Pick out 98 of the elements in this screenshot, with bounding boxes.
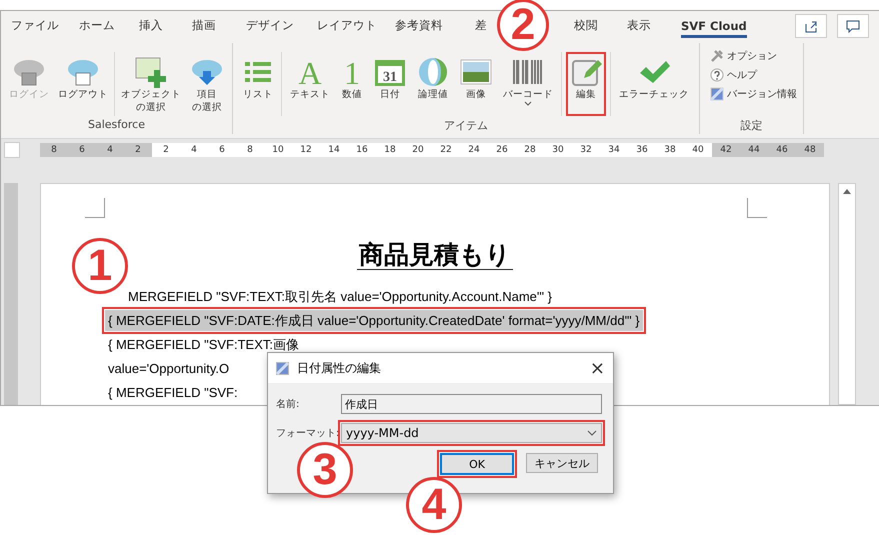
window-icon bbox=[276, 362, 289, 374]
field-code-line: { MERGEFIELD "SVF: bbox=[107, 384, 239, 402]
ribbon-small-button[interactable]: バージョン情報 bbox=[710, 87, 797, 101]
field-code-line: { MERGEFIELD "SVF:TEXT:画像 bbox=[107, 336, 300, 354]
step-number: 4 bbox=[406, 477, 462, 533]
ruler-number: 16 bbox=[348, 143, 376, 157]
field-code-line: MERGEFIELD "SVF:TEXT:取引先名 value='Opportunity.Account.Name'" } bbox=[127, 288, 553, 306]
ribbon-tab[interactable]: 参考資料 bbox=[395, 14, 443, 38]
ribbon-tab[interactable]: 挿入 bbox=[139, 14, 163, 38]
list-icon bbox=[244, 59, 272, 85]
dialog-button[interactable]: OK bbox=[440, 453, 514, 475]
ruler-number: 8 bbox=[40, 143, 68, 157]
ribbon-button[interactable]: 31 日付 bbox=[370, 52, 410, 116]
ribbon-button[interactable]: オブジェクト の選択 bbox=[117, 52, 185, 116]
ribbon-button[interactable]: 1 数値 bbox=[337, 52, 367, 116]
ribbon-button[interactable]: バーコード bbox=[499, 52, 557, 116]
ribbon-tab[interactable]: ホーム bbox=[79, 14, 115, 38]
ribbon-tab[interactable]: レイアウト bbox=[317, 14, 377, 38]
name-field[interactable]: 作成日 bbox=[341, 394, 602, 414]
ribbon-button[interactable]: ログアウト bbox=[54, 52, 112, 116]
ruler-number: 4 bbox=[96, 143, 124, 157]
table-plus-icon bbox=[134, 56, 168, 88]
field-label: 名前: bbox=[276, 398, 300, 411]
calendar-icon: 31 bbox=[374, 57, 406, 87]
ruler-number: 36 bbox=[628, 143, 656, 157]
field-code-line: value='Opportunity.O bbox=[107, 360, 230, 378]
ruler-number: 22 bbox=[432, 143, 460, 157]
ruler-number: 26 bbox=[488, 143, 516, 157]
document-title: 商品見積もり bbox=[357, 240, 513, 270]
ruler-number: 48 bbox=[796, 143, 824, 157]
ruler-number: 44 bbox=[740, 143, 768, 157]
group-label: Salesforce bbox=[87, 118, 146, 133]
ruler-number: 32 bbox=[572, 143, 600, 157]
chevron-down-icon bbox=[587, 430, 597, 436]
dialog-button[interactable]: キャンセル bbox=[526, 453, 598, 473]
ruler-number: 24 bbox=[460, 143, 488, 157]
ribbon-tab[interactable]: ファイル bbox=[11, 14, 59, 38]
button-label: オプション bbox=[727, 50, 777, 63]
scroll-up-icon[interactable] bbox=[843, 188, 851, 194]
ruler-number: 12 bbox=[292, 143, 320, 157]
comment-button[interactable] bbox=[837, 14, 869, 38]
ruler-number: 28 bbox=[516, 143, 544, 157]
ribbon-tab[interactable]: SVF Cloud bbox=[681, 14, 747, 38]
ribbon-button[interactable]: 編集 bbox=[566, 52, 606, 116]
ribbon-tab[interactable]: 表示 bbox=[627, 14, 651, 38]
ribbon-button[interactable]: リスト bbox=[239, 52, 277, 116]
field-label: フォーマット: bbox=[276, 427, 338, 440]
ribbon-button[interactable]: 論理値 bbox=[413, 52, 453, 116]
cloud-plug-icon bbox=[12, 57, 46, 87]
ruler-number: 6 bbox=[68, 143, 96, 157]
crop-mark bbox=[747, 198, 767, 218]
ruler-number: 6 bbox=[208, 143, 236, 157]
ribbon-button[interactable]: エラーチェック bbox=[615, 52, 693, 116]
ruler-number: 10 bbox=[264, 143, 292, 157]
ribbon-tab[interactable]: 差 bbox=[475, 14, 487, 38]
barcode-icon bbox=[512, 58, 544, 86]
ruler-number: 18 bbox=[376, 143, 404, 157]
ribbon-button[interactable]: 項目 の選択 bbox=[186, 52, 228, 116]
format-dropdown[interactable]: yyyy-MM-dd bbox=[341, 423, 602, 443]
ruler-number: 30 bbox=[544, 143, 572, 157]
close-button[interactable]: × bbox=[590, 358, 605, 378]
ribbon-tab[interactable]: 描画 bbox=[192, 14, 216, 38]
window-icon bbox=[710, 87, 724, 101]
comment-icon bbox=[846, 19, 860, 33]
cloud-download-icon bbox=[190, 57, 224, 87]
image-icon bbox=[460, 59, 492, 85]
scrollbar[interactable] bbox=[838, 183, 856, 405]
dialog-title: 日付属性の編集 bbox=[297, 360, 382, 376]
ribbon-small-button[interactable]: ヘルプ bbox=[710, 68, 797, 82]
cloud-plug-icon bbox=[66, 57, 100, 87]
share-icon bbox=[804, 19, 818, 33]
help-icon bbox=[710, 68, 724, 82]
contrast-icon bbox=[417, 57, 449, 87]
ruler-number: 42 bbox=[712, 143, 740, 157]
ruler-number: 14 bbox=[320, 143, 348, 157]
ruler-number: 38 bbox=[656, 143, 684, 157]
ribbon-button[interactable]: 画像 bbox=[456, 52, 496, 116]
digit-icon: 1 bbox=[341, 57, 363, 87]
ribbon-small-button[interactable]: オプション bbox=[710, 49, 797, 63]
group-label: アイテム bbox=[443, 118, 489, 134]
crop-mark bbox=[85, 198, 105, 218]
button-label: ヘルプ bbox=[727, 68, 757, 82]
ruler-number: 8 bbox=[236, 143, 264, 157]
ruler-number: 2 bbox=[152, 143, 180, 157]
ruler-number: 2 bbox=[124, 143, 152, 157]
ribbon-tab[interactable]: デザイン bbox=[246, 14, 294, 38]
ruler-number: 4 bbox=[180, 143, 208, 157]
ribbon-button[interactable]: A テキスト bbox=[286, 52, 334, 116]
ruler-number: 46 bbox=[768, 143, 796, 157]
letter-icon: A bbox=[296, 57, 324, 87]
share-button[interactable] bbox=[795, 14, 827, 38]
ruler-number: 20 bbox=[404, 143, 432, 157]
group-label: 設定 bbox=[740, 118, 764, 134]
ribbon-tab[interactable]: 校閲 bbox=[574, 14, 598, 38]
ruler-number: 40 bbox=[684, 143, 712, 157]
ruler-number: 34 bbox=[600, 143, 628, 157]
tools-icon bbox=[710, 49, 724, 63]
button-label: バージョン情報 bbox=[727, 88, 797, 101]
